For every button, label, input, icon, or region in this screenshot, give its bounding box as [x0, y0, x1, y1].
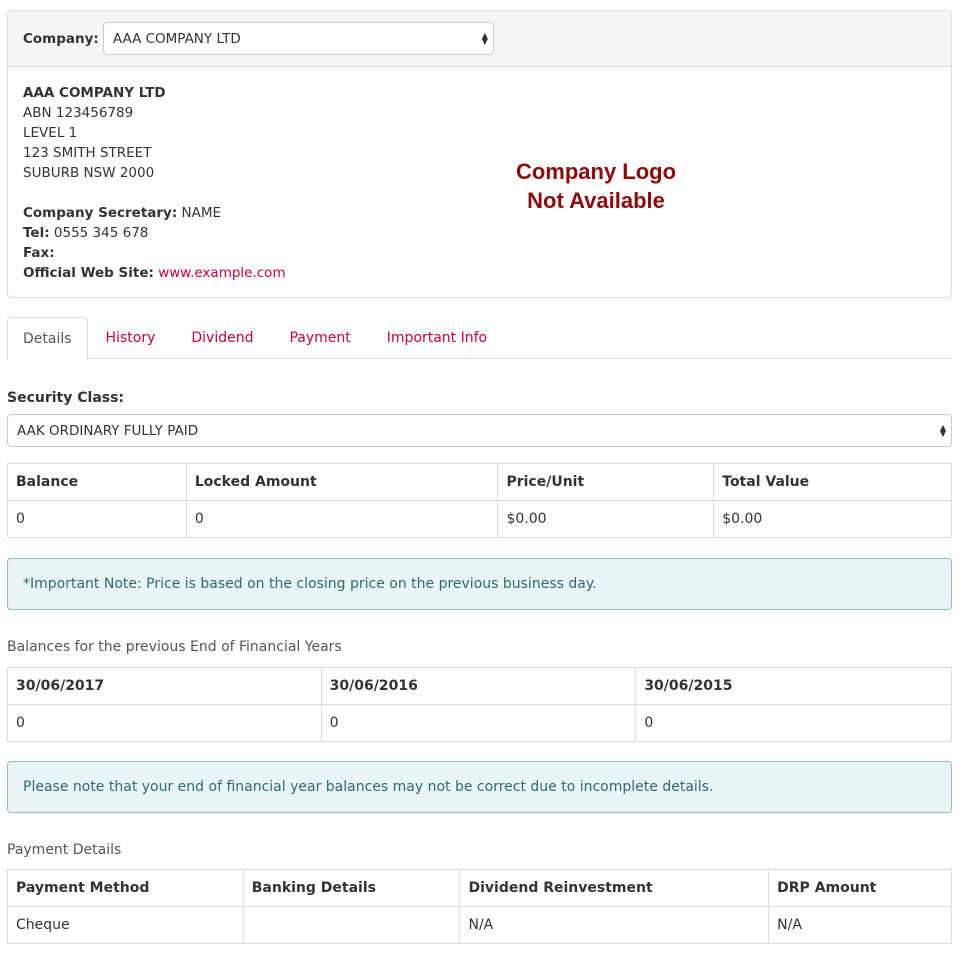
- security-class-section: Security Class:: [7, 390, 952, 406]
- col-payment-method: Payment Method: [7, 869, 244, 907]
- security-class-select[interactable]: AAK ORDINARY FULLY PAID ▲ ▼: [7, 414, 952, 447]
- table-row: Cheque N/A N/A: [7, 906, 952, 944]
- cell-total-value: $0.00: [713, 500, 952, 538]
- payment-table: Payment Method Banking Details Dividend …: [7, 869, 952, 944]
- col-banking-details: Banking Details: [242, 869, 461, 907]
- company-website: Official Web Site: www.example.com: [23, 265, 286, 281]
- company-address-line1: LEVEL 1: [23, 125, 78, 141]
- col-eofy-2016: 30/06/2016: [320, 667, 637, 705]
- table-header-row: Balance Locked Amount Price/Unit Total V…: [7, 463, 952, 501]
- payment-heading: Payment Details: [7, 842, 122, 858]
- col-price-unit: Price/Unit: [497, 463, 715, 501]
- col-total-value: Total Value: [713, 463, 952, 501]
- company-abn: ABN 123456789: [23, 105, 134, 121]
- balance-table: Balance Locked Amount Price/Unit Total V…: [7, 463, 952, 538]
- cell-price-unit: $0.00: [497, 500, 715, 538]
- col-drp-amount: DRP Amount: [768, 869, 952, 907]
- cell-drp-amount: N/A: [768, 906, 952, 944]
- tab-details[interactable]: Details: [7, 317, 88, 360]
- company-website-link[interactable]: www.example.com: [158, 265, 285, 281]
- tab-history[interactable]: History: [88, 317, 174, 359]
- col-dividend-reinvestment: Dividend Reinvestment: [459, 869, 770, 907]
- company-details: AAA COMPANY LTD ABN 123456789 LEVEL 1 12…: [8, 67, 951, 297]
- tab-payment[interactable]: Payment: [271, 317, 368, 359]
- tab-dividend[interactable]: Dividend: [173, 317, 271, 359]
- logo-line1: Company Logo: [515, 159, 677, 184]
- company-tel: Tel: 0555 345 678: [23, 225, 149, 241]
- security-class-value: AAK ORDINARY FULLY PAID: [17, 422, 199, 439]
- tab-bar: Details History Dividend Payment Importa…: [7, 317, 952, 360]
- logo-line2: Not Available: [527, 188, 665, 213]
- col-locked-amount: Locked Amount: [185, 463, 499, 501]
- company-address-line3: SUBURB NSW 2000: [23, 165, 155, 181]
- company-select[interactable]: AAA COMPANY LTD ▲ ▼: [102, 22, 494, 55]
- company-address-line2: 123 SMITH STREET: [23, 145, 152, 161]
- price-note-alert: *Important Note: Price is based on the c…: [7, 558, 952, 610]
- cell-eofy-2016: 0: [320, 704, 637, 742]
- cell-dividend-reinvestment: N/A: [459, 906, 770, 944]
- security-class-label: Security Class:: [7, 390, 125, 406]
- company-fax: Fax:: [23, 245, 55, 261]
- company-logo-placeholder: Company Logo Not Available: [496, 157, 696, 215]
- cell-eofy-2017: 0: [7, 704, 322, 742]
- eofy-table: 30/06/2017 30/06/2016 30/06/2015 0 0 0: [7, 667, 952, 742]
- col-balance: Balance: [7, 463, 187, 501]
- cell-eofy-2015: 0: [635, 704, 952, 742]
- company-select-value: AAA COMPANY LTD: [112, 30, 241, 47]
- table-header-row: Payment Method Banking Details Dividend …: [7, 869, 952, 907]
- col-eofy-2017: 30/06/2017: [7, 667, 322, 705]
- tab-important-info[interactable]: Important Info: [369, 317, 505, 359]
- table-row: 0 0 $0.00 $0.00: [7, 500, 952, 538]
- cell-banking-details: [242, 906, 461, 944]
- eofy-note-alert: Please note that your end of financial y…: [7, 761, 952, 813]
- col-eofy-2015: 30/06/2015: [635, 667, 952, 705]
- cell-balance: 0: [7, 500, 187, 538]
- company-panel: Company: AAA COMPANY LTD ▲ ▼ AAA COMPANY …: [7, 10, 952, 298]
- cell-locked-amount: 0: [185, 500, 499, 538]
- company-name: AAA COMPANY LTD: [23, 85, 166, 101]
- table-header-row: 30/06/2017 30/06/2016 30/06/2015: [7, 667, 952, 705]
- table-row: 0 0 0: [7, 704, 952, 742]
- select-arrows-icon: ▲ ▼: [939, 422, 946, 438]
- company-panel-header: Company: AAA COMPANY LTD ▲ ▼: [8, 11, 951, 67]
- eofy-heading: Balances for the previous End of Financi…: [7, 639, 342, 655]
- cell-payment-method: Cheque: [7, 906, 244, 944]
- company-label: Company:: [23, 30, 99, 47]
- select-arrows-icon: ▲ ▼: [481, 30, 488, 46]
- company-secretary: Company Secretary: NAME: [23, 205, 222, 221]
